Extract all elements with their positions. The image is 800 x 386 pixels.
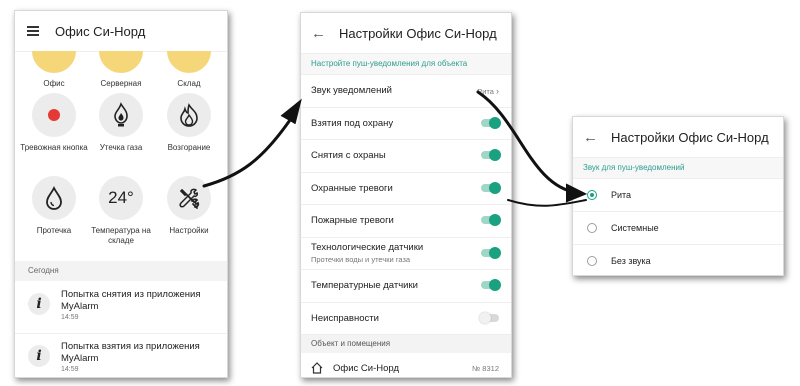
- arrow-settings-to-menu: [202, 118, 292, 188]
- flow-arrows: [202, 90, 588, 207]
- arrow-sound-to-picker: [476, 90, 580, 195]
- arrowhead: [280, 98, 302, 125]
- arrow-underline: [507, 199, 587, 207]
- arrowhead: [565, 183, 588, 203]
